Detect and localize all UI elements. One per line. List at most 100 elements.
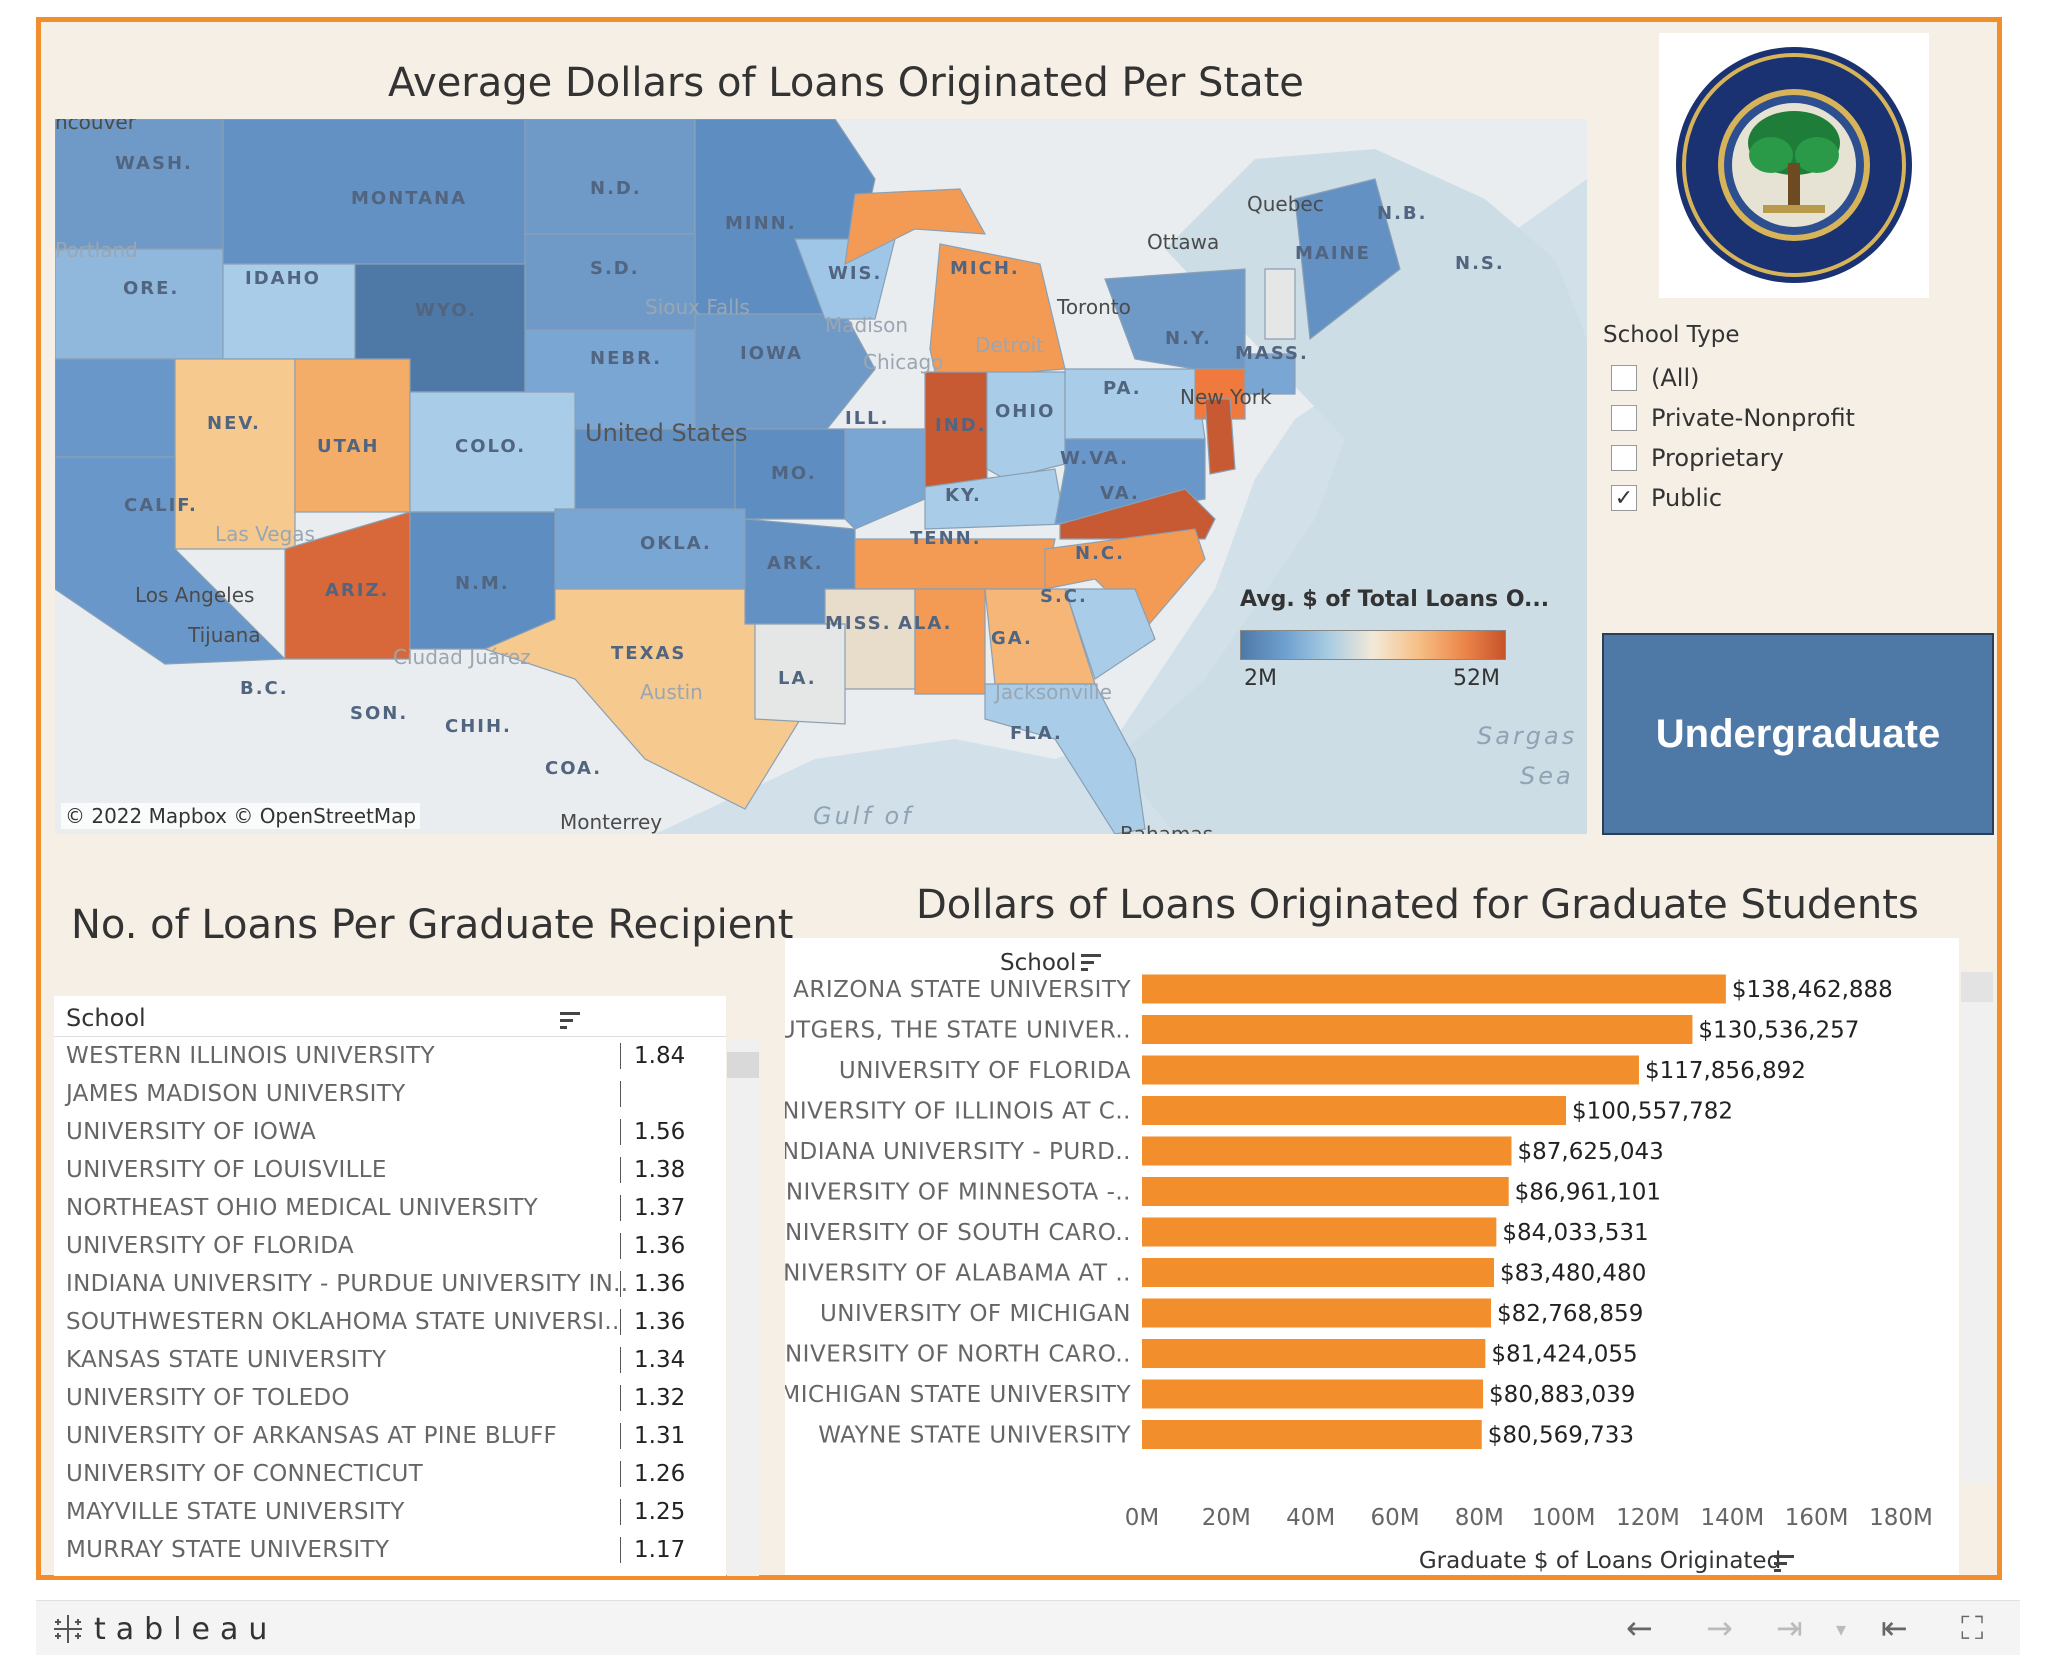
bar[interactable]	[1142, 1096, 1567, 1125]
table-row[interactable]: JAMES MADISON UNIVERSITY	[54, 1075, 726, 1113]
svg-text:LA.: LA.	[778, 668, 817, 689]
loans-per-recipient-value: 1.17	[634, 1537, 686, 1563]
table-row[interactable]: UNIVERSITY OF IOWA 1.56	[54, 1113, 726, 1151]
revert-dropdown-icon[interactable]: ▾	[1836, 1617, 1846, 1641]
svg-text:OKLA.: OKLA.	[640, 533, 712, 554]
table-row[interactable]: SOUTHWESTERN OKLAHOMA STATE UNIVERSI.. 1.…	[54, 1303, 726, 1341]
state-map[interactable]: WASH. MONTANA N.D. MINN. ORE. IDAHO WYO.…	[55, 119, 1587, 834]
svg-text:UTAH: UTAH	[317, 436, 380, 457]
svg-text:MO.: MO.	[771, 463, 817, 484]
column-header-school[interactable]: School	[66, 1004, 146, 1032]
table-row[interactable]: WESTERN ILLINOIS UNIVERSITY 1.84	[54, 1037, 726, 1075]
reset-icon[interactable]: ⇤	[1881, 1609, 1908, 1647]
svg-text:United States: United States	[585, 419, 748, 447]
svg-text:TEXAS: TEXAS	[611, 643, 686, 664]
svg-text:ALA.: ALA.	[898, 613, 953, 634]
table-row[interactable]: UNIVERSITY OF CONNECTICUT 1.26	[54, 1455, 726, 1493]
x-tick-label: 160M	[1785, 1505, 1849, 1531]
bar-chart-title: Dollars of Loans Originated for Graduate…	[916, 882, 1919, 928]
map-title: Average Dollars of Loans Originated Per …	[388, 60, 1304, 106]
svg-text:MINN.: MINN.	[725, 213, 797, 234]
table-row[interactable]: INDIANA UNIVERSITY - PURDUE UNIVERSITY I…	[54, 1265, 726, 1303]
school-name: WESTERN ILLINOIS UNIVERSITY	[66, 1043, 435, 1069]
table-row[interactable]: KANSAS STATE UNIVERSITY 1.34	[54, 1341, 726, 1379]
x-tick-label: 120M	[1616, 1505, 1680, 1531]
bar[interactable]	[1142, 1015, 1693, 1044]
table-row[interactable]: NORTHEAST OHIO MEDICAL UNIVERSITY 1.37	[54, 1189, 726, 1227]
svg-text:IOWA: IOWA	[740, 343, 803, 364]
bar[interactable]	[1142, 974, 1726, 1004]
bar[interactable]	[1142, 1298, 1492, 1328]
table-row[interactable]: UNIVERSITY OF ARKANSAS AT PINE BLUFF 1.31	[54, 1417, 726, 1455]
redo-icon[interactable]: →	[1706, 1609, 1733, 1647]
filter-option-private-nonprofit[interactable]: Private-Nonprofit	[1603, 398, 1963, 438]
sort-icon[interactable]	[1081, 954, 1101, 971]
loans-per-recipient-value: 1.56	[634, 1119, 686, 1145]
table-row[interactable]: MAYVILLE STATE UNIVERSITY 1.25	[54, 1493, 726, 1531]
undergraduate-button[interactable]: Undergraduate	[1602, 633, 1994, 835]
svg-text:Sargas: Sargas	[1477, 722, 1577, 750]
tableau-wordmark: tableau	[94, 1611, 278, 1647]
map-attribution[interactable]: © 2022 Mapbox © OpenStreetMap	[61, 803, 421, 829]
bar-category-label: UNIVERSITY OF NORTH CARO..	[785, 1342, 1131, 1368]
category-header-school[interactable]: School	[1000, 950, 1076, 976]
school-name: INDIANA UNIVERSITY - PURDUE UNIVERSITY I…	[66, 1271, 629, 1297]
legend-max: 52M	[1453, 666, 1500, 691]
bar[interactable]	[1142, 1136, 1512, 1166]
bar[interactable]	[1142, 1379, 1484, 1409]
fullscreen-icon[interactable]: ⛶	[1961, 1609, 1983, 1648]
loans-per-recipient-value: 1.34	[634, 1347, 686, 1373]
checkbox[interactable]	[1611, 365, 1637, 391]
x-axis-title[interactable]: Graduate $ of Loans Originated	[1419, 1548, 1781, 1574]
school-name: UNIVERSITY OF FLORIDA	[66, 1233, 354, 1259]
filter-option-proprietary[interactable]: Proprietary	[1603, 438, 1963, 478]
bar[interactable]	[1142, 1420, 1482, 1449]
checkbox-checked[interactable]: ✓	[1611, 485, 1637, 511]
bar-category-label: WAYNE STATE UNIVERSITY	[818, 1423, 1131, 1449]
value-bar-divider	[620, 1119, 621, 1145]
school-name: UNIVERSITY OF ARKANSAS AT PINE BLUFF	[66, 1423, 558, 1449]
filter-option-public[interactable]: ✓ Public	[1603, 478, 1963, 518]
chart-scrollbar[interactable]	[1961, 972, 1993, 1484]
checkbox[interactable]	[1611, 445, 1637, 471]
sort-icon[interactable]	[1774, 1555, 1794, 1572]
svg-text:Bahamas: Bahamas	[1120, 822, 1213, 834]
table-row[interactable]: UNIVERSITY OF FLORIDA 1.36	[54, 1227, 726, 1265]
bar-value-label: $117,856,892	[1645, 1058, 1806, 1084]
sort-icon[interactable]	[560, 1008, 582, 1036]
scroll-thumb[interactable]	[1961, 972, 1993, 1002]
bar-value-label: $80,883,039	[1489, 1382, 1635, 1408]
bar[interactable]	[1142, 1339, 1486, 1368]
table-row[interactable]: UNIVERSITY OF LOUISVILLE 1.38	[54, 1151, 726, 1189]
svg-text:ARIZ.: ARIZ.	[325, 580, 389, 601]
bar[interactable]	[1142, 1055, 1639, 1085]
value-bar-divider	[620, 1271, 621, 1297]
table-scrollbar[interactable]	[727, 1040, 759, 1576]
undo-icon[interactable]: ←	[1626, 1609, 1653, 1647]
table-title: No. of Loans Per Graduate Recipient	[71, 902, 794, 948]
checkbox[interactable]	[1611, 405, 1637, 431]
table-row[interactable]: UNIVERSITY OF TOLEDO 1.32	[54, 1379, 726, 1417]
bar-category-label: UNIVERSITY OF MINNESOTA -..	[785, 1180, 1131, 1206]
loans-per-recipient-table: School WESTERN ILLINOIS UNIVERSITY 1.84 JA…	[54, 996, 726, 1576]
loans-per-recipient-value: 1.37	[634, 1195, 686, 1221]
bar[interactable]	[1142, 1177, 1509, 1206]
svg-text:IND.: IND.	[935, 415, 987, 436]
color-legend: Avg. $ of Total Loans O... 2M 52M	[1240, 587, 1549, 691]
table-row[interactable]: MURRAY STATE UNIVERSITY 1.17	[54, 1531, 726, 1569]
svg-text:Los Angeles: Los Angeles	[135, 583, 254, 607]
x-tick-label: 80M	[1455, 1505, 1504, 1531]
tableau-logo[interactable]: tableau	[50, 1611, 277, 1647]
loans-per-recipient-value: 1.26	[634, 1461, 686, 1487]
scroll-thumb[interactable]	[727, 1052, 759, 1078]
map-canvas[interactable]: WASH. MONTANA N.D. MINN. ORE. IDAHO WYO.…	[55, 119, 1587, 834]
bar[interactable]	[1142, 1217, 1497, 1247]
svg-text:VA.: VA.	[1100, 483, 1140, 504]
loans-per-recipient-value: 1.32	[634, 1385, 686, 1411]
filter-option-label: Public	[1651, 484, 1723, 512]
revert-icon[interactable]: ⇥	[1776, 1609, 1803, 1647]
bar[interactable]	[1142, 1258, 1495, 1287]
value-bar-divider	[620, 1043, 621, 1069]
filter-option-all[interactable]: (All)	[1603, 358, 1963, 398]
loans-per-recipient-value: 1.36	[634, 1233, 686, 1259]
